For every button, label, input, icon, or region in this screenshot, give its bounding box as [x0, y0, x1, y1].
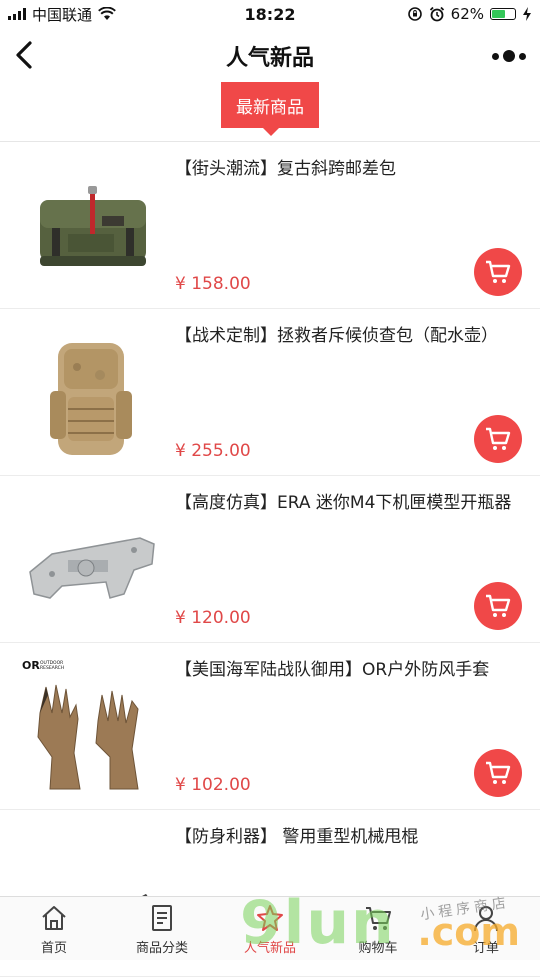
charging-icon	[522, 7, 532, 21]
tab-cart[interactable]: 购物车	[324, 897, 432, 960]
product-item[interactable]: 【战术定制】拯救者斥候侦查包（配水壶） ¥ 255.00	[0, 309, 540, 476]
cart-icon	[484, 593, 512, 619]
cart-icon	[484, 760, 512, 786]
bottom-tab-bar: 首页 商品分类 人气新品 购物车 订单	[0, 896, 540, 960]
more-menu-icon[interactable]	[492, 50, 526, 62]
user-icon	[471, 903, 501, 933]
product-price: ¥ 158.00	[175, 274, 251, 294]
brand-logo-research: RESEARCH	[40, 665, 64, 671]
tab-home-label: 首页	[41, 937, 67, 956]
section-header: 最新商品	[0, 82, 540, 142]
tab-new-products-label: 人气新品	[244, 937, 296, 956]
brand-logo-or: OR	[22, 659, 40, 672]
cart-icon	[363, 903, 393, 933]
alarm-icon	[429, 6, 445, 22]
tab-category[interactable]: 商品分类	[108, 897, 216, 960]
product-name: 【战术定制】拯救者斥候侦查包（配水壶）	[175, 323, 520, 349]
category-icon	[147, 903, 177, 933]
home-icon	[39, 903, 69, 933]
product-price: ¥ 120.00	[175, 608, 251, 628]
nav-bar: 人气新品	[0, 28, 540, 82]
product-price: ¥ 102.00	[175, 775, 251, 795]
add-to-cart-button[interactable]	[474, 582, 522, 630]
product-name: 【美国海军陆战队御用】OR户外防风手套	[175, 657, 520, 683]
rotation-lock-icon	[407, 6, 423, 22]
add-to-cart-button[interactable]	[474, 415, 522, 463]
product-list: 【街头潮流】复古斜跨邮差包 ¥ 158.00 【战术定制】拯救者斥候侦查包（配水…	[0, 142, 540, 977]
add-to-cart-button[interactable]	[474, 749, 522, 797]
tab-category-label: 商品分类	[136, 937, 188, 956]
add-to-cart-button[interactable]	[474, 248, 522, 296]
tactical-backpack-image	[22, 327, 162, 467]
cart-icon	[484, 259, 512, 285]
outdoor-gloves-image: OR OUTDOOR RESEARCH	[20, 657, 160, 797]
tab-orders[interactable]: 订单	[432, 897, 540, 960]
battery-percent: 62%	[451, 5, 484, 23]
battery-icon	[490, 8, 516, 20]
tab-cart-label: 购物车	[358, 937, 397, 956]
product-item[interactable]: 【街头潮流】复古斜跨邮差包 ¥ 158.00	[0, 142, 540, 309]
tab-new-products[interactable]: 人气新品	[216, 897, 324, 960]
product-item[interactable]: OR OUTDOOR RESEARCH 【美国海军陆战队御用】OR户外防风手套 …	[0, 643, 540, 810]
cart-icon	[484, 426, 512, 452]
status-bar: 中国联通 18:22 62%	[0, 0, 540, 28]
product-name: 【高度仿真】ERA 迷你M4下机匣模型开瓶器	[175, 490, 520, 516]
product-item[interactable]: 【高度仿真】ERA 迷你M4下机匣模型开瓶器 ¥ 120.00	[0, 476, 540, 643]
messenger-bag-image	[22, 160, 162, 300]
m4-lower-receiver-image	[22, 494, 162, 634]
latest-products-tab[interactable]: 最新商品	[221, 82, 319, 128]
page-title: 人气新品	[0, 40, 540, 72]
tab-orders-label: 订单	[473, 937, 499, 956]
new-icon	[255, 903, 285, 933]
product-name: 【街头潮流】复古斜跨邮差包	[175, 156, 520, 182]
product-price: ¥ 255.00	[175, 441, 251, 461]
tab-home[interactable]: 首页	[0, 897, 108, 960]
product-name: 【防身利器】 警用重型机械甩棍	[175, 824, 520, 850]
